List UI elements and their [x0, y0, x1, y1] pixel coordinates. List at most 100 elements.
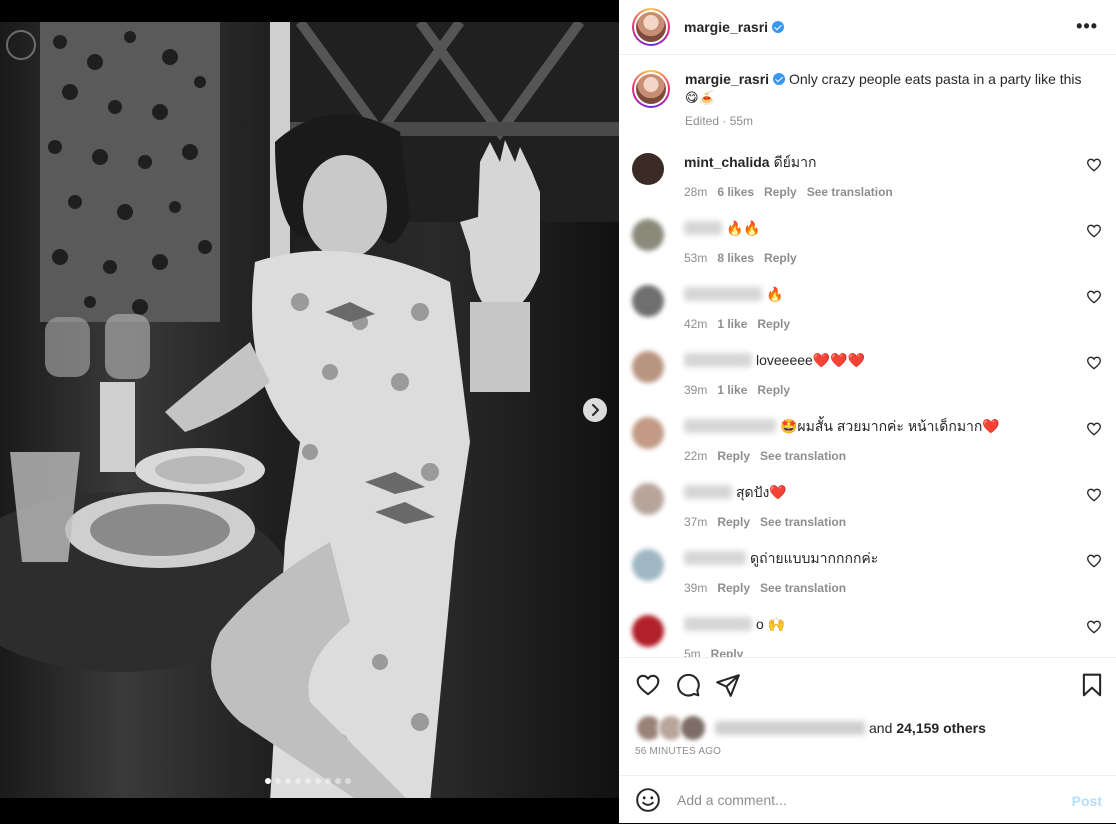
commenter-username[interactable] — [684, 419, 776, 433]
commenter-avatar[interactable] — [632, 153, 664, 185]
comment-row: ดูถ่ายแบบมากกกกค่ะ 39m Reply See translatio… — [632, 549, 1102, 609]
comment-time: 53m — [684, 251, 708, 265]
commenter-username[interactable]: mint_chalida — [684, 153, 770, 171]
comment-text: loveeeee❤️❤️❤️ — [756, 352, 866, 368]
heart-icon[interactable] — [635, 672, 661, 698]
post-media — [0, 0, 619, 823]
post-caption: margie_rasri Only crazy people eats past… — [632, 70, 1102, 130]
smile-icon[interactable] — [635, 787, 661, 813]
caption-edited: Edited · 55m — [685, 114, 754, 128]
comment-like-heart-icon[interactable] — [1086, 553, 1102, 569]
caption-emoji: 😋🍝 — [685, 90, 715, 105]
commenter-avatar[interactable] — [632, 615, 664, 647]
post-sidebar: margie_rasri ••• margie_rasri Only crazy… — [619, 0, 1116, 823]
comment-text: 🔥 — [766, 286, 784, 302]
commenter-avatar[interactable] — [632, 417, 664, 449]
reply-button[interactable]: Reply — [717, 515, 750, 529]
comment-like-heart-icon[interactable] — [1086, 487, 1102, 503]
liker-avatar — [679, 714, 707, 742]
bookmark-icon[interactable] — [1079, 672, 1105, 698]
commenter-avatar[interactable] — [632, 351, 664, 383]
comment-text: ดูถ่ายแบบมากกกกค่ะ — [750, 550, 879, 566]
carousel-dot — [325, 778, 331, 784]
comment-time: 37m — [684, 515, 708, 529]
comment-row: mint_chalida ดีย์มาก 28m 6 likes Reply See tr… — [632, 153, 1102, 213]
media-watermark-icon — [6, 30, 36, 60]
comment-likes[interactable]: 1 like — [717, 317, 747, 331]
comment-like-heart-icon[interactable] — [1086, 289, 1102, 305]
reply-button[interactable]: Reply — [717, 581, 750, 595]
likes-prefix: and — [869, 720, 893, 736]
author-username[interactable]: margie_rasri — [684, 19, 768, 35]
post-timestamp[interactable]: 56 MINUTES AGO — [635, 746, 721, 757]
reply-button[interactable]: Reply — [711, 647, 744, 657]
comment-time: 22m — [684, 449, 708, 463]
commenter-avatar[interactable] — [632, 483, 664, 515]
comment-row: 🔥 42m 1 like Reply — [632, 285, 1102, 345]
comment-like-heart-icon[interactable] — [1086, 223, 1102, 239]
carousel-dot — [295, 778, 301, 784]
comment-row: สุดปัง❤️ 37m Reply See translation — [632, 483, 1102, 543]
commenter-avatar[interactable] — [632, 219, 664, 251]
comment-likes[interactable]: 6 likes — [717, 185, 754, 199]
commenter-username[interactable] — [684, 485, 732, 499]
see-translation-button[interactable]: See translation — [760, 449, 846, 463]
share-icon[interactable] — [715, 672, 741, 698]
author-avatar[interactable] — [632, 8, 670, 46]
reply-button[interactable]: Reply — [717, 449, 750, 463]
comment-like-heart-icon[interactable] — [1086, 619, 1102, 635]
comment-row: o 🙌 5m Reply — [632, 615, 1102, 657]
comments-list[interactable]: margie_rasri Only crazy people eats past… — [619, 55, 1116, 657]
comment-text: 🤩ผมสั้น สวยมากค่ะ หน้าเด็กมาก❤️ — [780, 418, 1000, 434]
comment-text: 🔥🔥 — [726, 220, 761, 236]
comment-likes[interactable]: 1 like — [717, 383, 747, 397]
comment-like-heart-icon[interactable] — [1086, 355, 1102, 371]
comment-row: loveeeee❤️❤️❤️ 39m 1 like Reply — [632, 351, 1102, 411]
caption-author-avatar[interactable] — [632, 70, 670, 108]
comment-time: 42m — [684, 317, 708, 331]
commenter-username[interactable] — [684, 551, 746, 565]
post-comment-button[interactable]: Post — [1072, 793, 1102, 809]
comment-icon[interactable] — [675, 672, 701, 698]
reply-button[interactable]: Reply — [764, 185, 797, 199]
carousel-dot — [285, 778, 291, 784]
reply-button[interactable]: Reply — [757, 383, 790, 397]
carousel-next-button[interactable] — [583, 398, 607, 422]
commenter-username[interactable] — [684, 221, 722, 235]
commenter-username[interactable] — [684, 353, 752, 367]
more-horizontal-icon[interactable]: ••• — [1076, 16, 1098, 37]
reply-button[interactable]: Reply — [764, 251, 797, 265]
likes-summary[interactable]: and 24,159 others — [635, 714, 986, 742]
comment-input[interactable] — [675, 791, 1059, 809]
commenter-username[interactable] — [684, 287, 762, 301]
comment-time: 39m — [684, 383, 708, 397]
see-translation-button[interactable]: See translation — [760, 581, 846, 595]
commenter-avatar[interactable] — [632, 549, 664, 581]
liker-names-blurred — [715, 721, 865, 735]
chevron-right-icon — [592, 404, 599, 416]
post-photo[interactable] — [0, 22, 619, 798]
comment-like-heart-icon[interactable] — [1086, 157, 1102, 173]
reply-button[interactable]: Reply — [757, 317, 790, 331]
see-translation-button[interactable]: See translation — [760, 515, 846, 529]
carousel-indicator — [265, 778, 351, 784]
comment-text: สุดปัง❤️ — [736, 484, 787, 500]
comment-likes[interactable]: 8 likes — [717, 251, 754, 265]
commenter-avatar[interactable] — [632, 285, 664, 317]
likes-count[interactable]: 24,159 others — [896, 720, 986, 736]
comment-time: 5m — [684, 647, 701, 657]
comment-composer: Post — [619, 775, 1116, 824]
carousel-dot — [275, 778, 281, 784]
action-bar: and 24,159 others 56 MINUTES AGO — [619, 657, 1116, 776]
carousel-dot — [315, 778, 321, 784]
comment-like-heart-icon[interactable] — [1086, 421, 1102, 437]
caption-author-username[interactable]: margie_rasri — [685, 71, 769, 87]
carousel-dot — [335, 778, 341, 784]
verified-badge-icon — [773, 73, 786, 85]
commenter-username[interactable] — [684, 617, 752, 631]
comment-text: ดีย์มาก — [773, 154, 817, 170]
post-header: margie_rasri ••• — [619, 0, 1116, 55]
carousel-dot — [265, 778, 271, 784]
carousel-dot — [345, 778, 351, 784]
see-translation-button[interactable]: See translation — [807, 185, 893, 199]
